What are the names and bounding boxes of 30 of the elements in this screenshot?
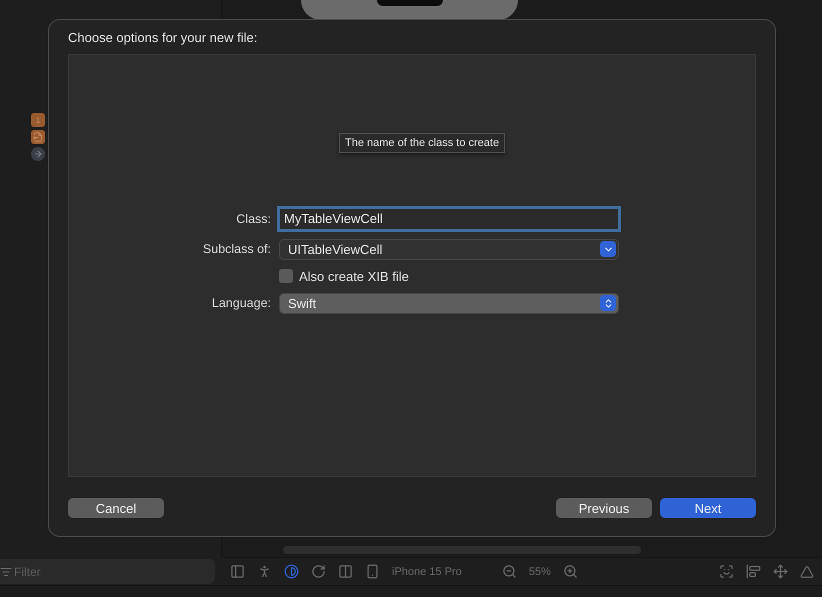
- popup-menu[interactable]: Swift: [279, 292, 619, 314]
- field-label: Subclass of:: [202, 242, 271, 256]
- dialog-title: Choose options for your new file:: [68, 30, 258, 47]
- zoom-in-icon[interactable]: [562, 564, 578, 579]
- tooltip: The name of the class to create: [339, 132, 506, 153]
- accessibility-icon[interactable]: [257, 564, 272, 579]
- field-label: Language:: [210, 296, 271, 310]
- filter-icon: [0, 566, 12, 578]
- zoom-out-icon[interactable]: [502, 564, 517, 579]
- align-icon[interactable]: [746, 564, 761, 579]
- sidebar-icon[interactable]: [230, 564, 245, 579]
- contrast-icon[interactable]: [284, 564, 299, 579]
- constraints-icon[interactable]: [773, 564, 788, 579]
- popup-menu[interactable]: UITableViewCell: [279, 238, 619, 260]
- up-down-icon: [600, 295, 616, 312]
- class-field[interactable]: MyTableViewCell: [279, 208, 619, 230]
- rotate-icon[interactable]: [311, 564, 326, 579]
- field-label: Class:: [235, 212, 271, 226]
- device-name[interactable]: iPhone 15 Pro: [392, 566, 462, 578]
- next-button[interactable]: Next: [660, 498, 756, 518]
- phone-icon[interactable]: [365, 564, 380, 579]
- dialog-button[interactable]: Previous: [556, 498, 652, 518]
- chevron-icon: [600, 241, 616, 258]
- zoom-level: 55%: [528, 566, 551, 578]
- dialog-button[interactable]: Cancel: [68, 498, 164, 518]
- resolve-icon[interactable]: [800, 564, 814, 578]
- device-notch: [376, 0, 442, 6]
- count-text: 1: [36, 116, 40, 124]
- xib-checkbox[interactable]: Also create XIB file: [279, 268, 619, 284]
- columns-icon[interactable]: [338, 564, 353, 579]
